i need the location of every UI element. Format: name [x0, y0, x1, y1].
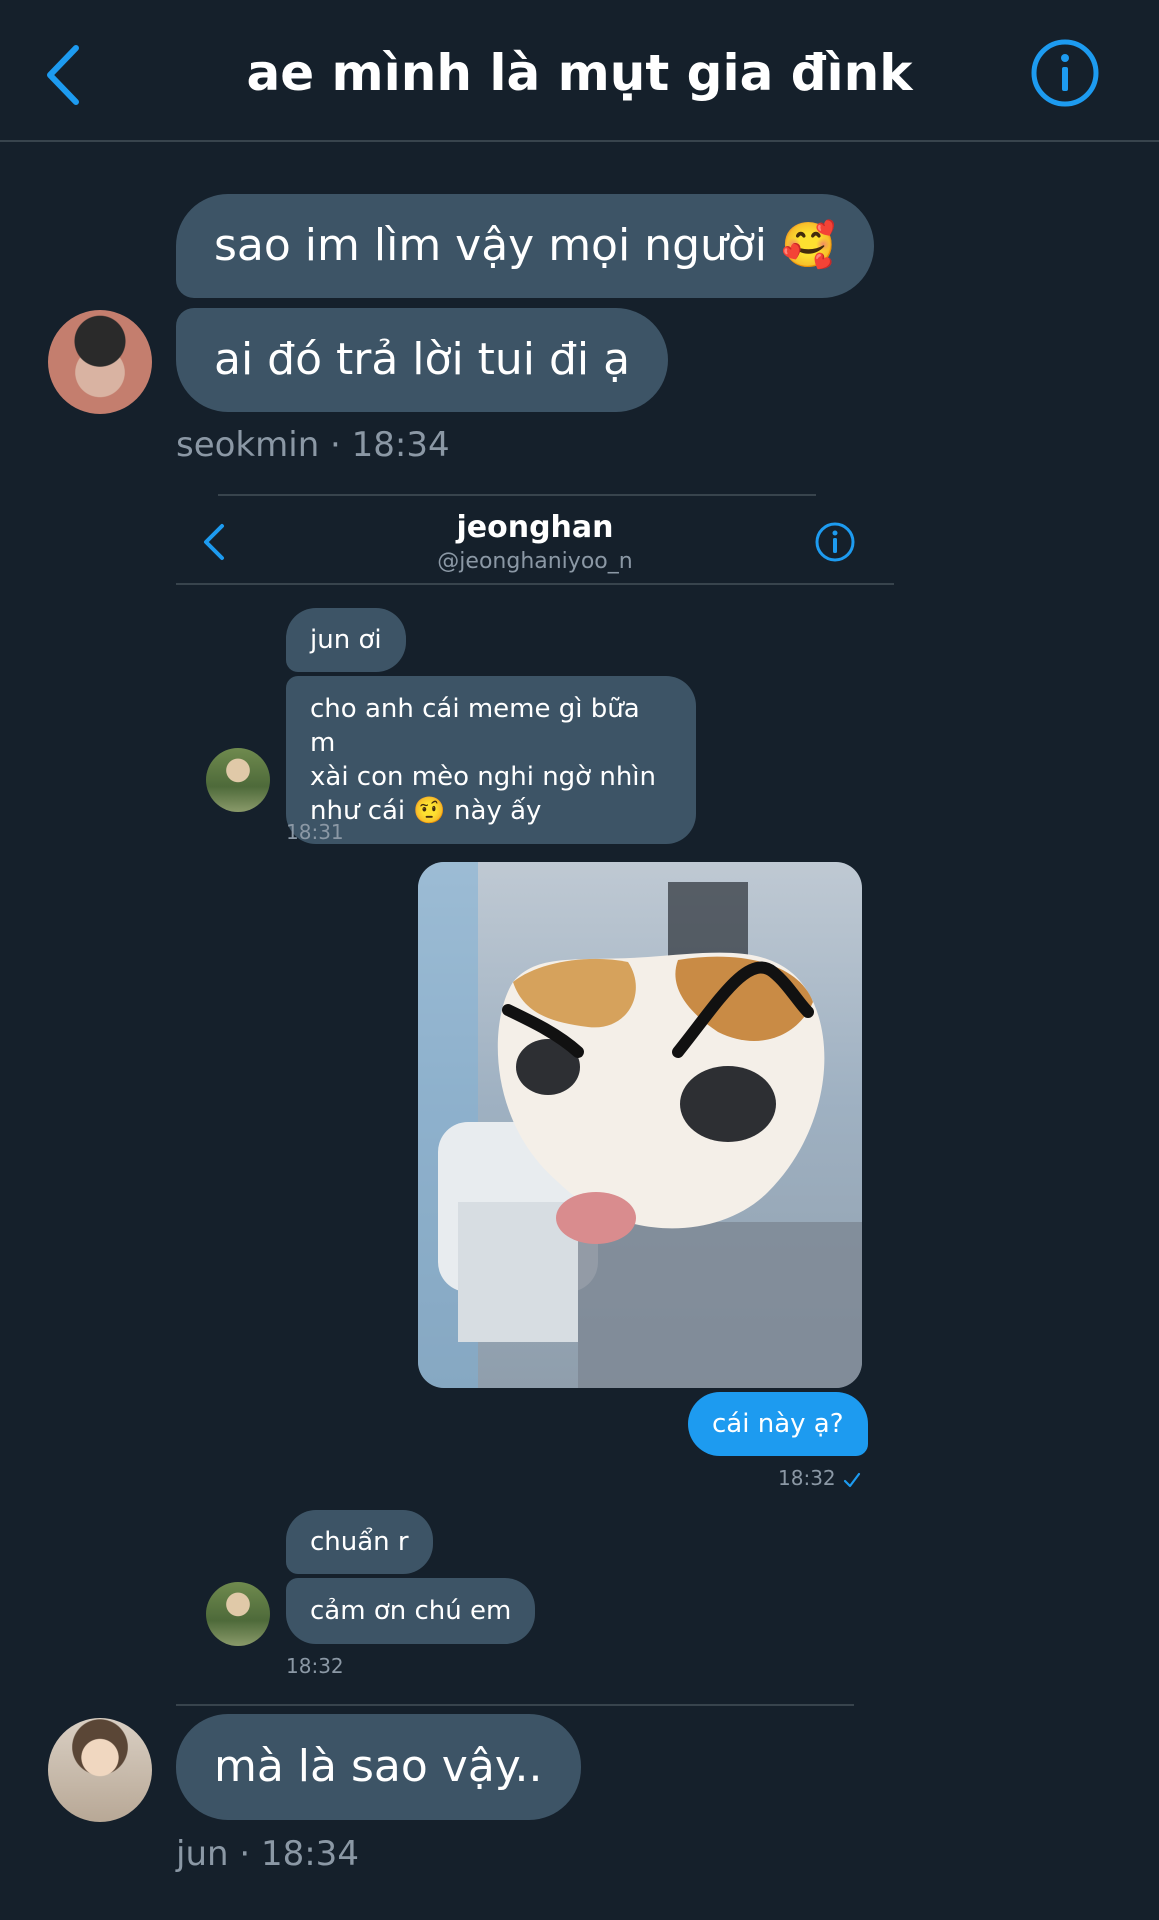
- screenshot-name: jeonghan: [456, 510, 614, 545]
- info-circle-icon: [815, 522, 855, 562]
- cat-meme-image[interactable]: [418, 862, 862, 1388]
- message-bubble: cho anh cái meme gì bữa m xài con mèo ng…: [286, 676, 696, 844]
- message-time: 18:32: [778, 1466, 836, 1490]
- info-button[interactable]: [1030, 38, 1100, 108]
- message-bubble[interactable]: sao im lìm vậy mọi người 🥰: [176, 194, 874, 298]
- message-bubble: chuẩn r: [286, 1510, 433, 1574]
- back-button: [200, 520, 230, 564]
- read-check-icon: [842, 1470, 862, 1490]
- avatar[interactable]: [48, 310, 152, 414]
- avatar[interactable]: [48, 1718, 152, 1822]
- chevron-left-icon: [204, 524, 224, 560]
- message-time: 18:32: [286, 1654, 344, 1678]
- sent-message-bubble: cái này ạ?: [688, 1392, 868, 1456]
- message-bubble[interactable]: mà là sao vậy..: [176, 1714, 581, 1820]
- message-line: như cái 🤨 này ấy: [310, 796, 542, 826]
- message-time: 18:31: [286, 820, 344, 844]
- message-bubble: jun ơi: [286, 608, 406, 672]
- info-circle-icon: [1031, 39, 1099, 107]
- avatar: [206, 1582, 270, 1646]
- message-meta: seokmin · 18:34: [176, 425, 450, 465]
- message-meta: jun · 18:34: [176, 1834, 359, 1874]
- divider: [176, 1704, 854, 1706]
- divider: [218, 494, 816, 496]
- conversation-title: ae mình là mụt gia đìnk: [246, 44, 913, 102]
- avatar: [206, 748, 270, 812]
- divider: [176, 583, 894, 585]
- message-bubble[interactable]: ai đó trả lời tui đi ạ: [176, 308, 669, 412]
- info-button: [814, 521, 856, 563]
- message-line: xài con mèo nghi ngờ nhìn: [310, 762, 657, 792]
- cat-image-art: [418, 862, 862, 1388]
- message-line: cho anh cái meme gì bữa m: [310, 694, 640, 758]
- screenshot-handle: @jeonghaniyoo_n: [437, 549, 633, 574]
- message-bubble: cảm ơn chú em: [286, 1578, 536, 1644]
